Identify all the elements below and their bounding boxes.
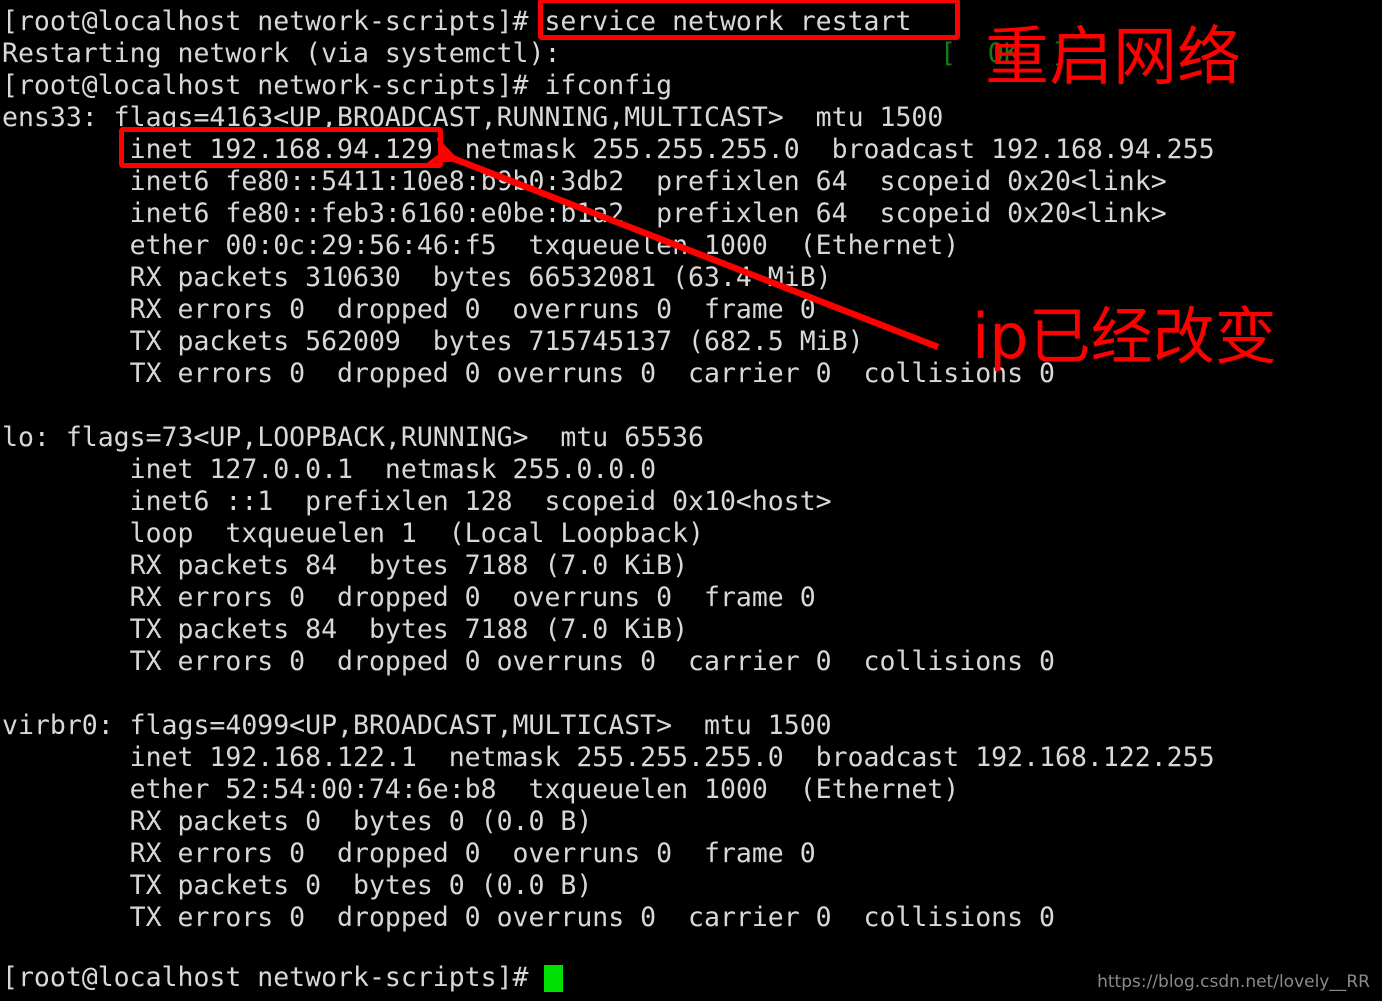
terminal-line: TX errors 0 dropped 0 overruns 0 carrier… [2,358,1055,389]
terminal-line: loop txqueuelen 1 (Local Loopback) [2,518,704,549]
terminal-line: RX errors 0 dropped 0 overruns 0 frame 0 [2,838,816,869]
terminal-line: [root@localhost network-scripts]# ifconf… [2,70,673,101]
terminal-line: inet 192.168.122.1 netmask 255.255.255.0… [2,742,1215,773]
terminal-line: TX packets 84 bytes 7188 (7.0 KiB) [2,614,689,645]
terminal-line: RX packets 84 bytes 7188 (7.0 KiB) [2,550,689,581]
terminal-line: inet 192.168.94.129 netmask 255.255.255.… [2,134,1215,165]
terminal-line: Restarting network (via systemctl): [2,38,561,69]
terminal-line: virbr0: flags=4099<UP,BROADCAST,MULTICAS… [2,710,832,741]
terminal-line: RX packets 0 bytes 0 (0.0 B) [2,806,593,837]
terminal-line: ether 00:0c:29:56:46:f5 txqueuelen 1000 … [2,230,960,261]
watermark: https://blog.csdn.net/lovely__RR [1097,972,1370,992]
terminal-line: inet6 fe80::5411:10e8:b9b0:3db2 prefixle… [2,166,1167,197]
terminal-line: TX errors 0 dropped 0 overruns 0 carrier… [2,902,1055,933]
terminal-line: TX packets 562009 bytes 715745137 (682.5… [2,326,864,357]
terminal-line: [root@localhost network-scripts]# servic… [2,6,912,37]
terminal-cursor [544,965,563,992]
annotation-restart-network: 重启网络 [985,21,1241,95]
terminal-line: lo: flags=73<UP,LOOPBACK,RUNNING> mtu 65… [2,422,704,453]
terminal-line: TX packets 0 bytes 0 (0.0 B) [2,870,593,901]
terminal-screenshot: [root@localhost network-scripts]# servic… [0,0,1382,1001]
terminal-line: TX errors 0 dropped 0 overruns 0 carrier… [2,646,1055,677]
terminal-line: RX packets 310630 bytes 66532081 (63.4 M… [2,262,832,293]
terminal-line: RX errors 0 dropped 0 overruns 0 frame 0 [2,294,816,325]
terminal-line: inet 127.0.0.1 netmask 255.0.0.0 [2,454,657,485]
terminal-line: inet6 ::1 prefixlen 128 scopeid 0x10<hos… [2,486,832,517]
annotation-ip-changed: ip已经改变 [972,300,1277,373]
terminal-line: RX errors 0 dropped 0 overruns 0 frame 0 [2,582,816,613]
terminal-prompt-line: [root@localhost network-scripts]# [2,962,529,993]
terminal-line: ether 52:54:00:74:6e:b8 txqueuelen 1000 … [2,774,960,805]
terminal-line: inet6 fe80::feb3:6160:e0be:b1a2 prefixle… [2,198,1167,229]
terminal-output[interactable]: [root@localhost network-scripts]# servic… [0,0,1382,1001]
terminal-line: ens33: flags=4163<UP,BROADCAST,RUNNING,M… [2,102,944,133]
